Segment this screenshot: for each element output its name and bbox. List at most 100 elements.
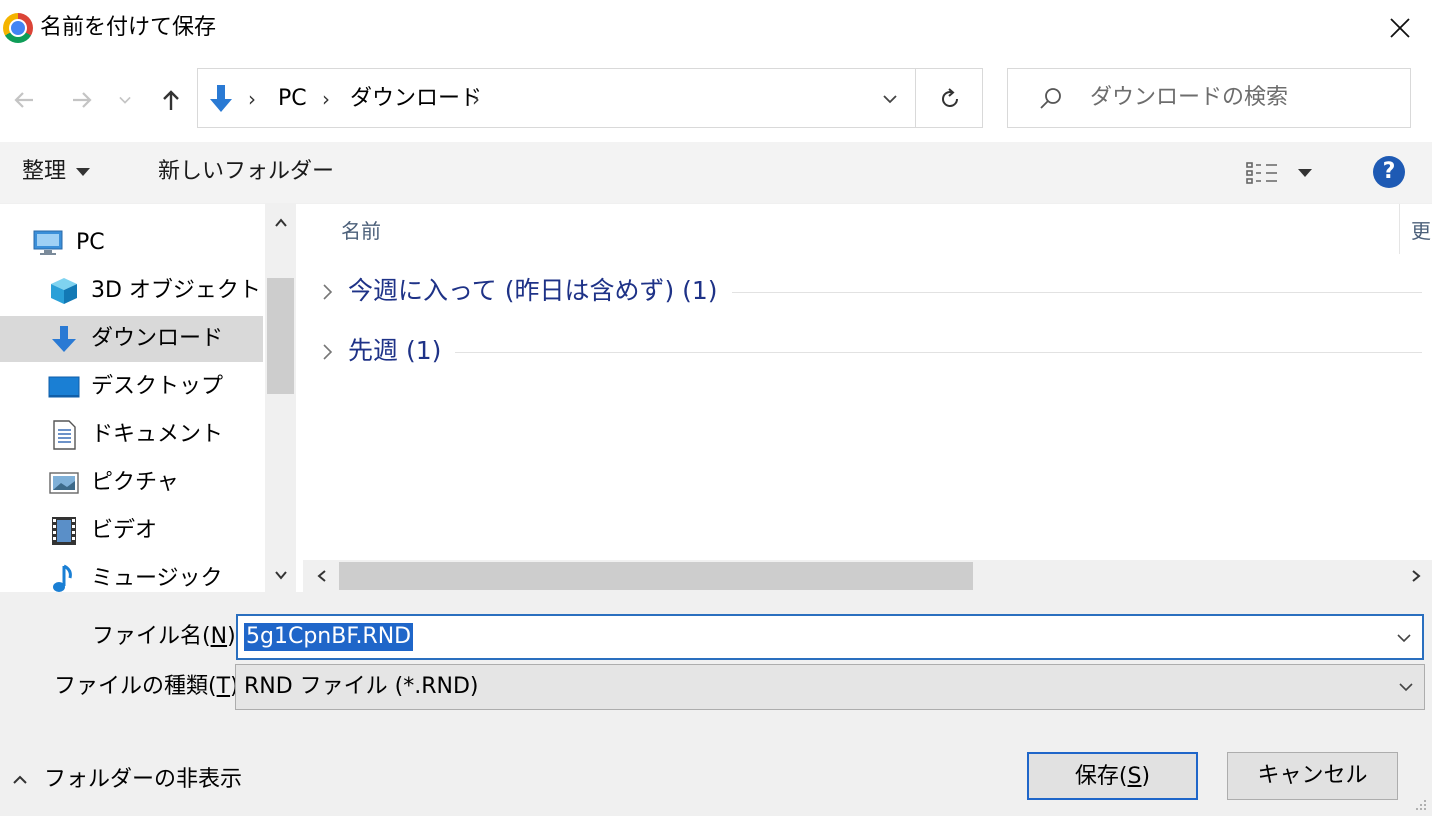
video-icon (52, 517, 76, 545)
documents-icon (53, 420, 76, 450)
address-bar[interactable]: › PC › ダウンロード › (197, 68, 983, 128)
refresh-button[interactable] (928, 79, 972, 119)
help-icon[interactable]: ? (1373, 156, 1405, 188)
file-list: 名前 更 今週に入って (昨日は含めず) (1) 先週 (1) (303, 204, 1432, 592)
group-divider (348, 352, 1422, 353)
sidebar-item-documents[interactable]: ドキュメント (0, 412, 263, 458)
column-header-date-modified[interactable]: 更 (1411, 218, 1431, 244)
sidebar-item-label: ドキュメント (91, 422, 224, 447)
search-placeholder: ダウンロードの検索 (1090, 85, 1289, 110)
sidebar-item-label: ビデオ (91, 518, 158, 543)
sidebar-item-videos[interactable]: ビデオ (0, 508, 263, 554)
group-label: 今週に入って (昨日は含めず) (1) (348, 275, 732, 307)
refresh-icon (942, 88, 958, 107)
filetype-select[interactable]: RND ファイル (*.RND) (235, 664, 1425, 710)
address-dropdown-button[interactable] (870, 79, 910, 119)
chevron-down-icon (274, 571, 287, 580)
save-options-panel: ファイル名(N): 5g1CpnBF.RND ファイルの種類(T): RND フ… (0, 592, 1432, 816)
chevron-down-icon (119, 96, 131, 104)
sidebar-item-pc[interactable]: PC (0, 220, 263, 266)
close-button[interactable] (1376, 8, 1424, 48)
column-divider[interactable] (1399, 204, 1400, 254)
filetype-label-text: ファイルの種類( (54, 674, 217, 699)
sidebar-item-desktop[interactable]: デスクトップ (0, 364, 263, 410)
filename-label-accesskey: N (210, 624, 228, 649)
resize-grip-icon[interactable] (1414, 798, 1428, 812)
view-options-icon[interactable] (1245, 160, 1279, 186)
scroll-up-button[interactable] (265, 208, 296, 238)
sidebar-item-label: ダウンロード (91, 326, 224, 351)
group-header-last-week[interactable]: 先週 (1) (317, 332, 1422, 372)
caret-down-icon (76, 168, 91, 176)
sidebar-item-music[interactable]: ミュージック (0, 556, 263, 592)
forward-button[interactable] (66, 84, 98, 116)
recent-locations-button[interactable] (114, 84, 136, 116)
view-options-dropdown-icon[interactable] (1298, 169, 1312, 177)
chevron-down-icon (883, 95, 897, 104)
chevron-left-icon (317, 570, 326, 582)
download-icon (52, 326, 76, 352)
new-folder-button[interactable]: 新しいフォルダー (158, 158, 334, 186)
close-icon (1390, 18, 1410, 38)
column-header-name[interactable]: 名前 (341, 218, 381, 244)
download-icon (210, 85, 232, 112)
filename-label-text: ファイル名( (92, 624, 211, 649)
sidebar-item-label: ミュージック (91, 566, 223, 591)
hide-folders-label: フォルダーの非表示 (44, 767, 243, 792)
chevron-down-icon[interactable] (1394, 628, 1414, 648)
group-header-this-week[interactable]: 今週に入って (昨日は含めず) (1) (317, 272, 1422, 312)
sidebar-item-label: 3D オブジェクト (91, 278, 261, 303)
filetype-label: ファイルの種類(T): (54, 673, 246, 701)
chrome-icon (3, 13, 33, 43)
title-bar: 名前を付けて保存 (0, 0, 1432, 56)
save-label: 保存( (1074, 764, 1128, 789)
scrollbar-thumb[interactable] (339, 562, 973, 590)
filename-label: ファイル名(N): (92, 623, 243, 651)
breadcrumb-downloads[interactable]: ダウンロード (350, 85, 482, 113)
pictures-icon (49, 472, 79, 494)
cancel-button[interactable]: キャンセル (1227, 752, 1398, 800)
scroll-down-button[interactable] (265, 560, 296, 590)
back-button[interactable] (8, 84, 40, 116)
navigation-pane-scrollbar[interactable] (265, 204, 296, 592)
group-label: 先週 (1) (348, 335, 456, 367)
3d-objects-icon (51, 278, 77, 304)
chevron-up-icon (13, 775, 27, 784)
scroll-left-button[interactable] (307, 560, 337, 592)
breadcrumb-pc[interactable]: PC (278, 85, 307, 113)
arrow-left-icon (14, 92, 33, 108)
filename-value[interactable]: 5g1CpnBF.RND (244, 623, 414, 651)
organize-label: 整理 (22, 159, 67, 184)
filetype-value: RND ファイル (*.RND) (244, 674, 479, 699)
sidebar-item-label: デスクトップ (91, 374, 224, 399)
filename-input[interactable]: 5g1CpnBF.RND (236, 614, 1424, 660)
window-title: 名前を付けて保存 (40, 15, 217, 40)
chevron-right-icon (1412, 570, 1421, 582)
sidebar-item-label: ピクチャ (91, 470, 179, 495)
navigation-pane: PC 3D オブジェクト ダウンロード デスクトップ ドキュメント ピクチャ ビ… (0, 204, 296, 592)
music-icon (53, 564, 72, 592)
search-box[interactable]: ダウンロードの検索 (1007, 68, 1411, 128)
desktop-icon (48, 376, 80, 398)
pc-icon (33, 230, 63, 255)
save-accesskey: S (1127, 764, 1142, 789)
up-button[interactable] (155, 84, 187, 116)
chevron-right-icon (323, 284, 333, 300)
organize-menu[interactable]: 整理 (22, 158, 91, 186)
save-label-suffix: ) (1141, 764, 1151, 789)
sidebar-item-pictures[interactable]: ピクチャ (0, 460, 263, 506)
file-list-horizontal-scrollbar[interactable] (303, 560, 1432, 592)
address-divider (915, 69, 916, 127)
breadcrumb-separator-icon[interactable]: › (472, 85, 480, 113)
save-button[interactable]: 保存(S) (1027, 752, 1198, 800)
chevron-right-icon (323, 344, 333, 360)
sidebar-item-label: PC (76, 230, 105, 255)
sidebar-item-downloads[interactable]: ダウンロード (0, 316, 263, 362)
chevron-up-icon (274, 218, 287, 227)
arrow-right-icon (73, 92, 92, 108)
navigation-bar: › PC › ダウンロード › ダウンロードの検索 (0, 56, 1432, 142)
sidebar-item-3d-objects[interactable]: 3D オブジェクト (0, 268, 263, 314)
scroll-right-button[interactable] (1401, 560, 1431, 592)
scrollbar-thumb[interactable] (267, 278, 294, 394)
arrow-up-icon (163, 90, 179, 110)
